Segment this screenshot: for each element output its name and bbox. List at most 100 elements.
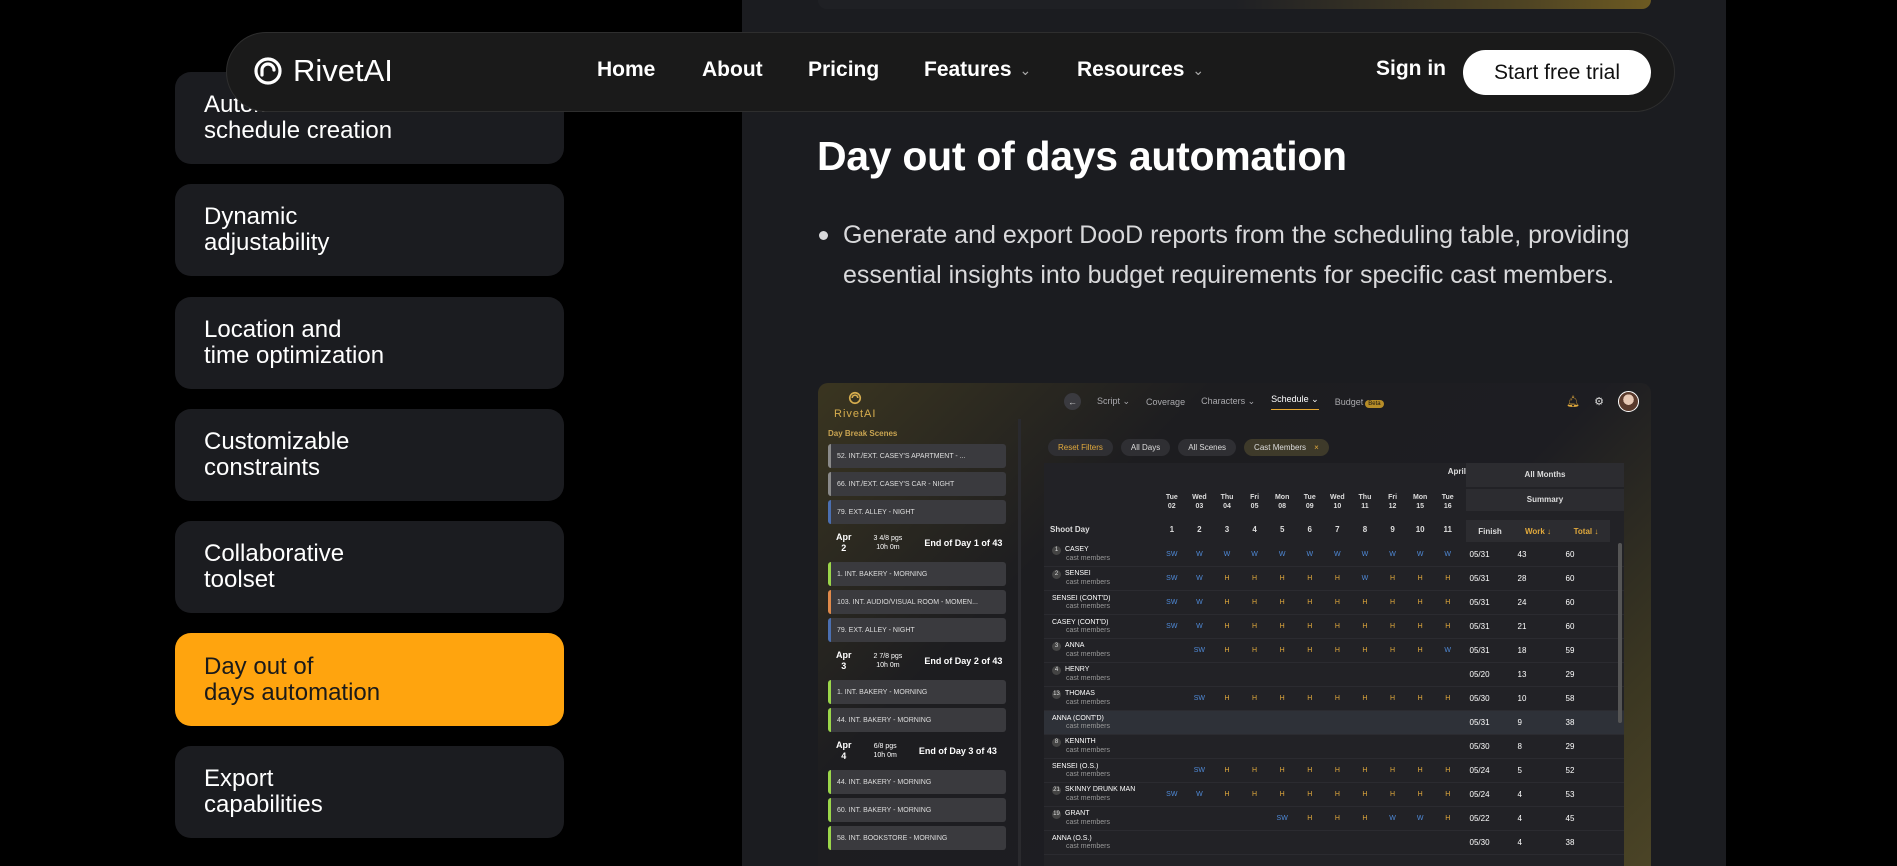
total-cell: 60 [1565,598,1575,607]
table-row[interactable]: 21 SKINNY DRUNK MAN cast members SW W H H H H H H H… [1044,783,1624,807]
table-row[interactable]: ANNA (O.S.) cast members 05/30 4 38 [1044,831,1624,855]
feature-item-day-out-of-days[interactable]: Day out of days automation [175,633,564,726]
scene-strip[interactable]: 66. INT./EXT. CASEY'S CAR - NIGHT [828,472,1006,496]
scene-strip[interactable]: 58. INT. BOOKSTORE - MORNING [828,826,1006,850]
summary-columns: Finish Work ↓ Total ↓ [1466,520,1610,542]
cast-members-chip[interactable]: Cast Members × [1244,439,1329,456]
sign-in-link[interactable]: Sign in [1376,57,1446,81]
app-tab-characters[interactable]: Characters ⌄ [1201,396,1255,407]
feature-item-collaborative-toolset[interactable]: Collaborative toolset [175,521,564,613]
app-tab-coverage[interactable]: Coverage [1146,397,1185,407]
app-tab-schedule[interactable]: Schedule ⌄ [1271,394,1319,410]
dood-cell: H [1279,647,1285,654]
dood-cell: W [1444,551,1452,558]
app-tab-script[interactable]: Script ⌄ [1097,396,1130,407]
scene-strip[interactable]: 79. EXT. ALLEY - NIGHT [828,500,1006,524]
month-header: April [1447,467,1466,476]
day-header: Mon 08 [1274,494,1290,510]
work-column-header[interactable]: Work ↓ [1514,527,1562,536]
table-row[interactable]: 13 THOMAS cast members SW H H H H H H H H H 05/30 10 58 [1044,687,1624,711]
work-cell: 28 [1517,574,1527,583]
finish-cell: 05/30 [1469,838,1490,847]
table-row[interactable]: 19 GRANT cast members SW H H H W W H 05/22 4 45 [1044,807,1624,831]
close-icon[interactable]: × [1314,443,1319,452]
bell-icon[interactable]: 🔔︎ [1566,395,1580,408]
dood-cell: H [1279,623,1285,630]
start-free-trial-button[interactable]: Start free trial [1463,50,1651,95]
table-row[interactable]: 3 ANNA cast members SW H H H H H H H H W 05/31 18 59 [1044,639,1624,663]
all-scenes-chip[interactable]: All Scenes [1178,439,1237,456]
dood-cell: W [1196,791,1203,798]
day-header: Tue 02 [1165,494,1178,510]
day-break-pages: 2 7/8 pgs 10h 0m [873,653,903,669]
brand-logo[interactable]: RivetAI [253,53,393,89]
page: Automated schedule creation Dynamic adju… [0,0,1897,866]
scene-strip[interactable]: 103. INT. AUDIO/VISUAL ROOM - MOMEN... [828,590,1006,614]
nav-about[interactable]: About [702,58,763,82]
dood-cell: W [1306,551,1314,558]
panel-divider[interactable] [1018,419,1021,866]
feature-item-customizable-constraints[interactable]: Customizable constraints [175,409,564,501]
all-days-chip[interactable]: All Days [1120,439,1171,456]
dood-cell: W [1361,575,1369,582]
scrollbar[interactable] [1618,543,1622,723]
work-cell: 24 [1517,598,1527,607]
avatar[interactable] [1618,391,1639,412]
app-tab-budget[interactable]: Budget Beta [1335,397,1384,408]
table-row[interactable]: SENSEI (CONT'D) cast members SW W H H H H H H H H H 0… [1044,591,1624,615]
day-header: Thu 04 [1220,494,1234,510]
finish-cell: 05/31 [1469,550,1490,559]
dood-cell: H [1417,695,1423,702]
shoot-day-number: 3 [1224,525,1230,534]
brand-name: RivetAI [293,53,393,88]
dood-cell: H [1362,791,1368,798]
cast-name: 13 THOMAS cast members [1052,690,1110,706]
nav-resources[interactable]: Resources ⌄ [1077,58,1204,82]
work-cell: 9 [1517,718,1522,727]
app-topbar: ← Script ⌄ Coverage Characters ⌄ Schedul… [1064,393,1384,410]
dood-cell: H [1390,647,1396,654]
table-row[interactable]: CASEY (CONT'D) cast members SW W H H H H H H H H H 05… [1044,615,1624,639]
back-icon[interactable]: ← [1064,393,1081,410]
dood-cell: H [1307,647,1313,654]
table-row[interactable]: ANNA (CONT'D) cast members 05/31 9 38 [1044,711,1624,735]
scene-strip[interactable]: 60. INT. BAKERY - MORNING [828,798,1006,822]
finish-cell: 05/31 [1469,574,1490,583]
scene-strip[interactable]: 79. EXT. ALLEY - NIGHT [828,618,1006,642]
finish-column-header[interactable]: Finish [1466,527,1514,536]
scene-strip[interactable]: 44. INT. BAKERY - MORNING [828,708,1006,732]
table-row[interactable]: 2 SENSEI cast members SW W H H H H H W H H H 05/31 28 60 [1044,567,1624,591]
dood-cell: H [1252,623,1258,630]
table-row[interactable]: 4 HENRY cast members 05/20 13 29 [1044,663,1624,687]
nav-features[interactable]: Features ⌄ [924,58,1031,82]
gear-icon[interactable]: ⚙ [1594,395,1604,408]
scene-strip[interactable]: 52. INT./EXT. CASEY'S APARTMENT - ... [828,444,1006,468]
feature-item-dynamic-adjustability[interactable]: Dynamic adjustability [175,184,564,276]
dood-cell: H [1362,815,1368,822]
dood-cell: H [1307,599,1313,606]
rivet-logo-icon [254,57,282,85]
total-cell: 45 [1565,814,1575,823]
day-break-strip: Apr 2 3 4/8 pgs 10h 0m End of Day 1 of 43 [828,528,1006,558]
day-header: Fri 05 [1250,494,1260,510]
feature-item-location-time[interactable]: Location and time optimization [175,297,564,389]
table-row[interactable]: 8 KENNITH cast members 05/30 8 29 [1044,735,1624,759]
dood-cell: H [1252,791,1258,798]
nav-pricing[interactable]: Pricing [808,58,879,82]
reset-filters-chip[interactable]: Reset Filters [1048,439,1113,456]
total-cell: 60 [1565,574,1575,583]
total-column-header[interactable]: Total ↓ [1562,527,1610,536]
table-row[interactable]: SENSEI (O.S.) cast members SW H H H H H H H H H 05/2… [1044,759,1624,783]
work-cell: 4 [1517,838,1522,847]
feature-item-export-capabilities[interactable]: Export capabilities [175,746,564,838]
finish-cell: 05/30 [1469,694,1490,703]
cast-name: SENSEI (CONT'D) cast members [1052,594,1111,610]
day-break-label: End of Day 2 of 43 [924,655,1003,666]
dood-cell: H [1362,767,1368,774]
shoot-day-number: 10 [1415,525,1425,534]
scene-strip[interactable]: 1. INT. BAKERY - MORNING [828,562,1006,586]
nav-home[interactable]: Home [597,58,655,82]
scene-strip[interactable]: 44. INT. BAKERY - MORNING [828,770,1006,794]
table-row[interactable]: 1 CASEY cast members SW W W W W W W W W W W 05/31 43 60 [1044,543,1624,567]
scene-strip[interactable]: 1. INT. BAKERY - MORNING [828,680,1006,704]
